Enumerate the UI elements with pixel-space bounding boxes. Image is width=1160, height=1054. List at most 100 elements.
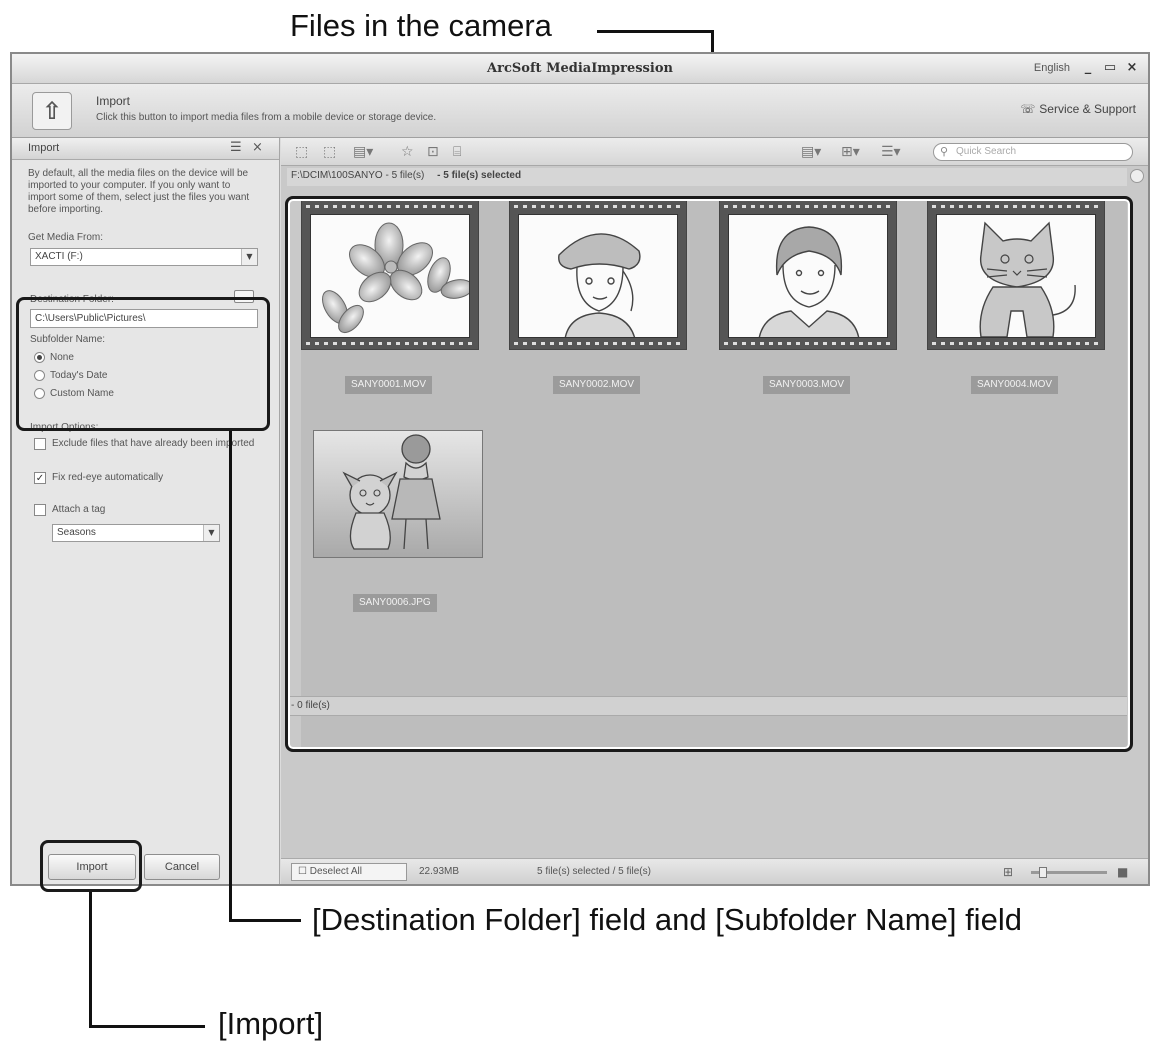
panel-close-icon[interactable]: × [252,140,263,155]
thumbnail-size-slider[interactable] [1031,867,1107,878]
star-icon[interactable]: ☆ [401,144,414,160]
tag-select[interactable]: Seasons ▼ [52,524,220,542]
deselect-all-button[interactable]: ☐ Deselect All [291,863,407,881]
language-selector[interactable]: English [1034,62,1070,74]
large-thumbnails-icon[interactable]: ■ [1117,865,1128,879]
panel-intro-text: By default, all the media files on the d… [28,168,250,215]
callout-import: [Import] [218,1006,324,1041]
gear-icon[interactable] [1130,169,1144,183]
subfolder-option-label: Today's Date [50,370,108,382]
import-mode-icon[interactable]: ⇧ [32,92,72,130]
mode-bar: ⇧ Import Click this button to import med… [12,84,1148,138]
callout-line [229,919,301,922]
phone-icon: ☏ [1020,102,1036,116]
minimize-button[interactable]: _ [1080,60,1096,76]
status-bar: ☐ Deselect All 22.93MB 5 file(s) selecte… [281,858,1148,884]
chevron-down-icon: ▼ [241,249,257,265]
video-thumbnail-frame [927,200,1105,350]
view-menu-icon[interactable]: ▤▾ [353,144,373,160]
delete-icon[interactable]: ⌸ [453,144,461,160]
cancel-button[interactable]: Cancel [144,854,220,880]
selection-status: 5 file(s) selected / 5 file(s) [537,866,651,877]
thumbnail-image [936,214,1096,338]
film-holes [306,342,474,345]
quick-search-input[interactable]: ⚲ Quick Search [933,143,1133,161]
girl-picture [558,233,641,337]
callout-line [89,1025,205,1028]
radio-icon [34,370,45,381]
destination-folder-label: Destination Folder: [30,294,114,305]
callout-line [597,30,713,33]
group-menu-icon[interactable]: ⊞▾ [841,144,860,160]
slider-handle[interactable] [1039,867,1047,878]
film-holes [306,205,474,208]
sort-menu-icon[interactable]: ▤▾ [801,144,821,160]
deselect-all-label: Deselect All [309,866,362,877]
cat-picture [979,221,1076,337]
small-thumbnails-icon[interactable]: ⊞ [1003,865,1013,879]
file-name-label: SANY0001.MOV [345,376,433,394]
subfolder-option-custom-name[interactable]: Custom Name [34,388,114,399]
panel-menu-icon[interactable]: ☰ [230,140,242,155]
file-name-label: SANY0003.MOV [763,376,851,394]
title-bar: ArcSoft MediaImpression English _ ▭ × [12,54,1148,84]
callout-destination-subfolder: [Destination Folder] field and [Subfolde… [312,902,1022,937]
woman-picture [758,226,860,337]
thumbnail-image [728,214,888,338]
save-icon[interactable]: ⊡ [427,144,439,160]
close-button[interactable]: × [1124,60,1140,76]
folder-group-header[interactable]: F:\DCIM\100SANYO - 5 file(s) - 5 file(s)… [287,168,1127,186]
film-holes [932,342,1100,345]
film-holes [932,205,1100,208]
rotate-right-icon[interactable]: ⬚ [323,144,336,160]
import-button[interactable]: Import [48,854,136,880]
file-name-label: SANY0004.MOV [971,376,1059,394]
panel-header: Import ☰ × [12,138,279,160]
file-name-label: SANY0006.JPG [353,594,437,612]
empty-group-header[interactable]: - 0 file(s) [287,696,1127,716]
callout-line [229,431,232,922]
film-holes [514,205,682,208]
subfolder-option-label: None [50,352,74,364]
destination-folder-field[interactable]: C:\Users\Public\Pictures\ [30,309,258,328]
flower-picture [322,222,469,334]
window-title: ArcSoft MediaImpression [487,61,673,76]
get-media-select[interactable]: XACTI (F:) ▼ [30,248,258,266]
subfolder-name-label: Subfolder Name: [30,334,106,345]
service-support-link[interactable]: ☏ Service & Support [1020,102,1136,116]
radio-icon [34,388,45,399]
file-browser: F:\DCIM\100SANYO - 5 file(s) - 5 file(s)… [281,166,1148,858]
checkbox-icon: ☐ [298,866,307,877]
mode-title: Import [96,94,131,108]
photo-thumbnail-frame [313,430,483,558]
get-media-value: XACTI (F:) [35,251,83,262]
video-thumbnail-frame [301,200,479,350]
film-holes [724,205,892,208]
browse-folder-icon[interactable] [234,290,254,303]
restore-button[interactable]: ▭ [1102,60,1118,76]
checkbox-icon [34,504,46,516]
mode-description: Click this button to import media files … [96,112,437,123]
checkmark-icon: ✓ [34,472,46,484]
chevron-down-icon: ▼ [203,525,219,541]
toolbar: ⬚ ⬚ ▤▾ ☆ ⊡ ⌸ ▤▾ ⊞▾ ☰▾ ⚲ Quick Search [281,138,1148,166]
thumbnail-grid: SANY0001.MOV SANY0002.MOV SANY0003.MOV S… [301,200,1127,750]
filter-menu-icon[interactable]: ☰▾ [881,144,901,160]
thumbnail-image [518,214,678,338]
film-holes [724,342,892,345]
checkbox-icon [34,438,46,450]
rotate-left-icon[interactable]: ⬚ [295,144,308,160]
app-window: ArcSoft MediaImpression English _ ▭ × ⇧ … [10,52,1150,886]
thumbnail-image [316,433,480,555]
import-options-label: Import Options: [30,422,99,433]
subfolder-option-todays-date[interactable]: Today's Date [34,370,108,381]
film-holes [514,342,682,345]
video-thumbnail-frame [509,200,687,350]
video-thumbnail-frame [719,200,897,350]
girl-dog-picture [342,434,441,550]
panel-title: Import [28,142,60,154]
subfolder-option-none[interactable]: None [34,352,74,363]
file-name-label: SANY0002.MOV [553,376,641,394]
service-support-label: Service & Support [1039,102,1136,116]
radio-selected-icon [34,352,45,363]
